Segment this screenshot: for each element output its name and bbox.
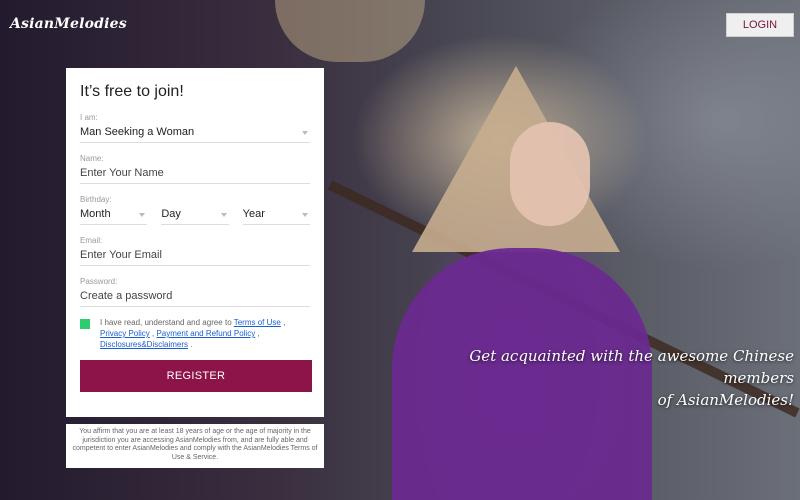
chevron-down-icon — [220, 213, 227, 217]
privacy-policy-link[interactable]: Privacy Policy — [100, 329, 150, 338]
age-disclaimer: You affirm that you are at least 18 year… — [66, 424, 324, 468]
background-photo-face — [510, 122, 590, 226]
terms-consent: I have read, understand and agree to Ter… — [80, 317, 310, 350]
tagline-line1: Get acquainted with the awesome Chinese … — [469, 347, 794, 387]
email-field[interactable]: Email: Enter Your Email — [80, 236, 310, 266]
password-field[interactable]: Password: Create a password — [80, 277, 310, 307]
site-logo[interactable]: AsianMelodies — [10, 16, 127, 32]
i-am-select[interactable]: I am: Man Seeking a Woman — [80, 113, 310, 143]
year-value: Year — [242, 208, 265, 220]
month-value: Month — [80, 208, 111, 220]
i-am-value: Man Seeking a Woman — [80, 126, 195, 138]
name-field[interactable]: Name: Enter Your Name — [80, 154, 310, 184]
password-placeholder: Create a password — [80, 290, 173, 302]
name-placeholder: Enter Your Name — [80, 167, 164, 179]
terms-of-use-link[interactable]: Terms of Use — [234, 318, 281, 327]
hero-tagline: Get acquainted with the awesome Chinese … — [432, 345, 794, 411]
consent-prefix: I have read, understand and agree to — [100, 318, 232, 327]
register-button[interactable]: REGISTER — [80, 360, 312, 392]
signup-form: It’s free to join! I am: Man Seeking a W… — [66, 68, 324, 417]
terms-checkbox[interactable] — [80, 319, 90, 329]
birthday-year-select[interactable]: Year — [242, 204, 310, 225]
landing-page: AsianMelodies LOGIN It’s free to join! I… — [0, 0, 800, 500]
birthday-day-select[interactable]: Day — [161, 204, 229, 225]
form-title: It’s free to join! — [80, 83, 184, 100]
chevron-down-icon — [302, 131, 308, 135]
birthday-selects: Month Day Year — [80, 204, 310, 225]
tagline-line2: of AsianMelodies! — [657, 391, 794, 409]
consent-text: I have read, understand and agree to Ter… — [100, 318, 286, 349]
birthday-label: Birthday: — [80, 195, 112, 204]
password-label: Password: — [80, 277, 118, 286]
email-label: Email: — [80, 236, 103, 245]
disclosures-link[interactable]: Disclosures&Disclaimers — [100, 340, 188, 349]
chevron-down-icon — [301, 213, 308, 217]
birthday-month-select[interactable]: Month — [80, 204, 148, 225]
chevron-down-icon — [139, 213, 146, 217]
i-am-label: I am: — [80, 113, 98, 122]
name-label: Name: — [80, 154, 104, 163]
background-photo-hat-left — [275, 0, 425, 62]
login-button[interactable]: LOGIN — [726, 13, 794, 37]
email-placeholder: Enter Your Email — [80, 249, 162, 261]
refund-policy-link[interactable]: Payment and Refund Policy — [156, 329, 255, 338]
day-value: Day — [161, 208, 181, 220]
